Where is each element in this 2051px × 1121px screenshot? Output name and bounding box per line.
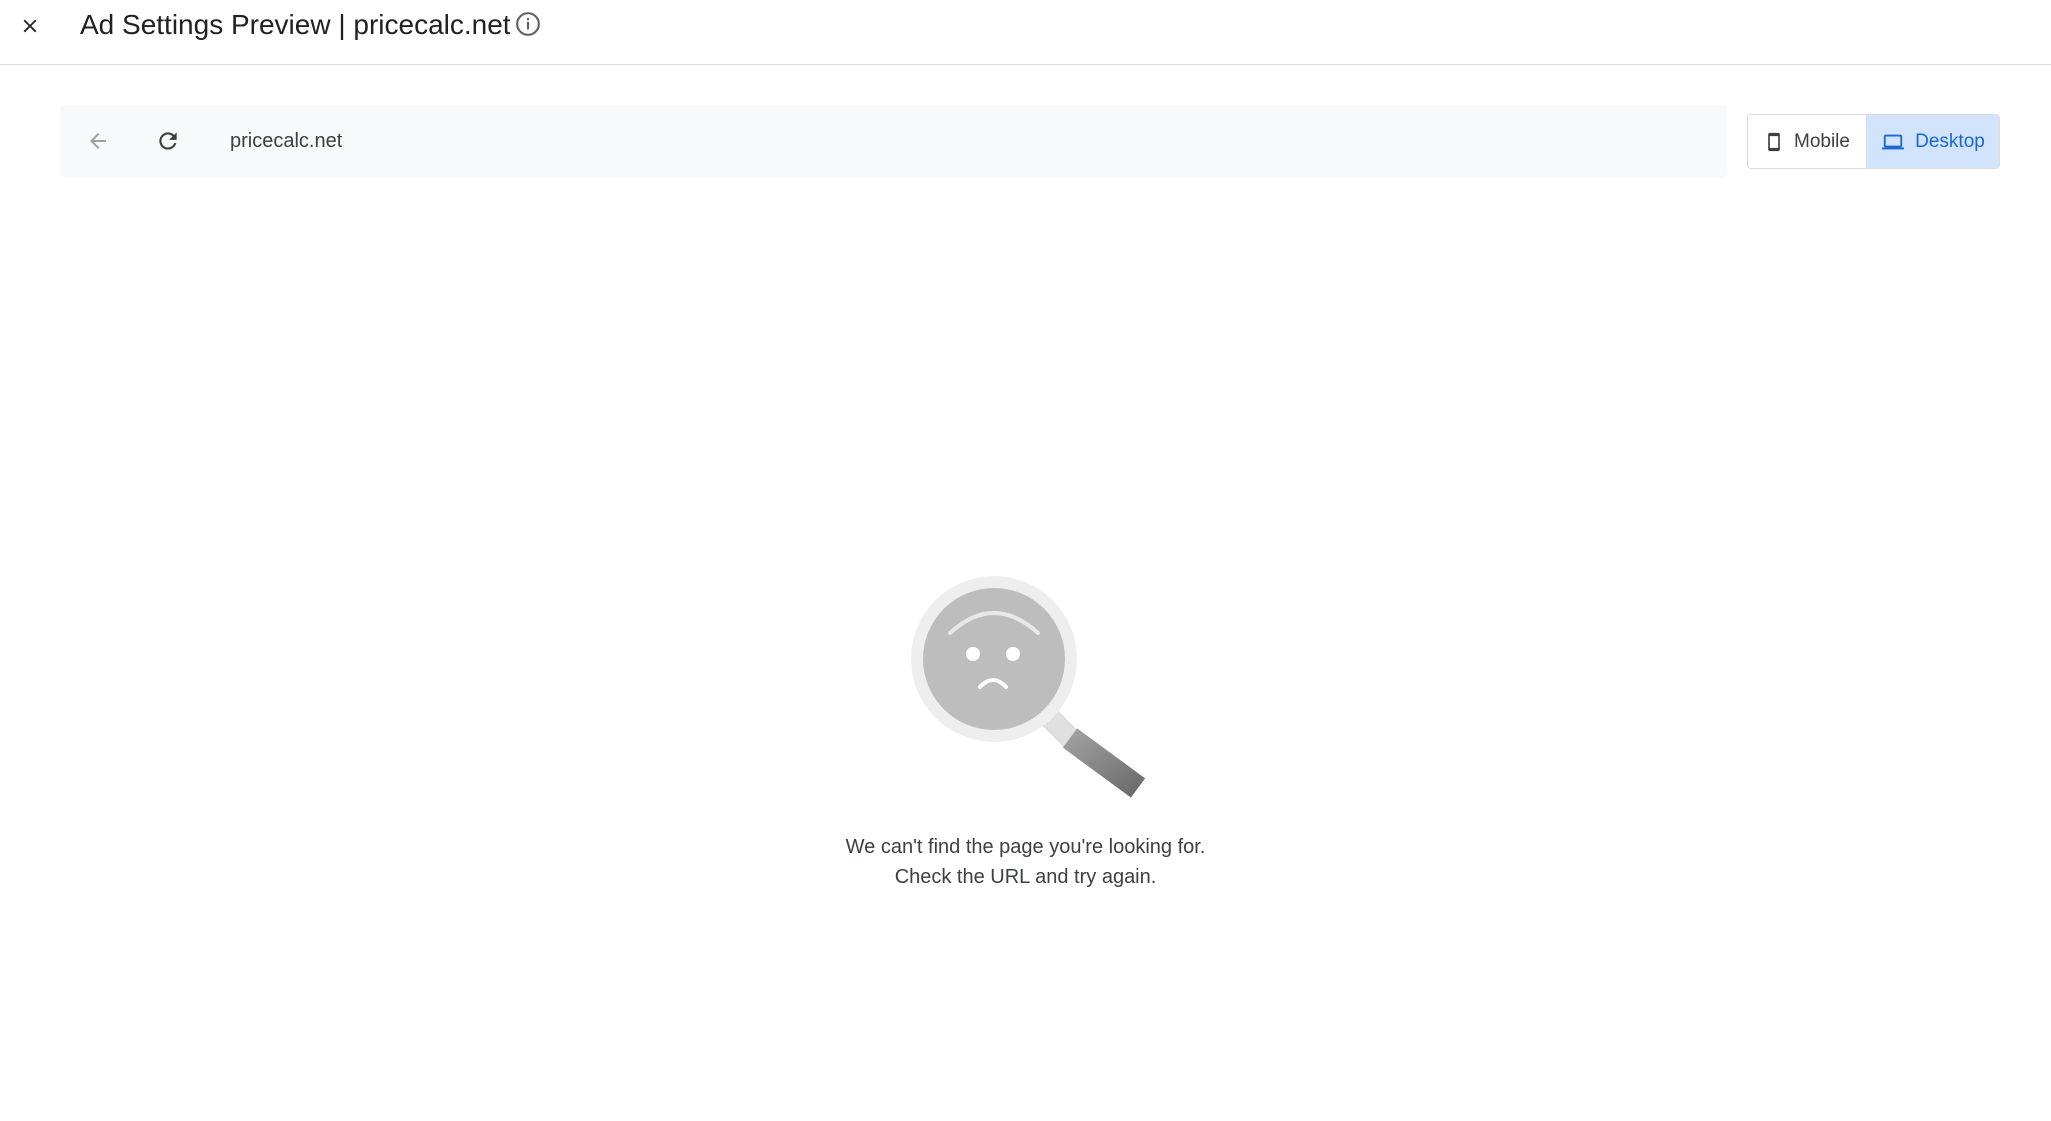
arrow-back-icon xyxy=(90,133,106,149)
desktop-button[interactable]: Desktop xyxy=(1867,115,1999,168)
mobile-button[interactable]: Mobile xyxy=(1748,115,1867,168)
close-icon xyxy=(23,19,37,33)
reload-button[interactable] xyxy=(150,123,186,159)
close-button[interactable] xyxy=(12,8,48,44)
url-text[interactable]: pricecalc.net xyxy=(230,128,342,154)
browser-url-bar: pricecalc.net xyxy=(60,105,1727,177)
info-icon[interactable] xyxy=(515,11,541,37)
desktop-label: Desktop xyxy=(1915,130,1985,152)
page-title: Ad Settings Preview | pricecalc.net xyxy=(80,9,511,40)
back-button[interactable] xyxy=(80,123,116,159)
smartphone-icon xyxy=(1768,132,1780,151)
device-toggle: Mobile Desktop xyxy=(1747,114,2000,169)
top-bar: Ad Settings Preview | pricecalc.net xyxy=(0,0,2051,65)
error-message-line1: We can't find the page you're looking fo… xyxy=(845,836,1206,858)
mobile-label: Mobile xyxy=(1794,130,1850,152)
refresh-icon xyxy=(159,132,177,150)
sad-magnifier-illustration xyxy=(911,576,1146,798)
error-message-line2: Check the URL and try again. xyxy=(894,866,1157,888)
laptop-icon xyxy=(1882,134,1905,149)
